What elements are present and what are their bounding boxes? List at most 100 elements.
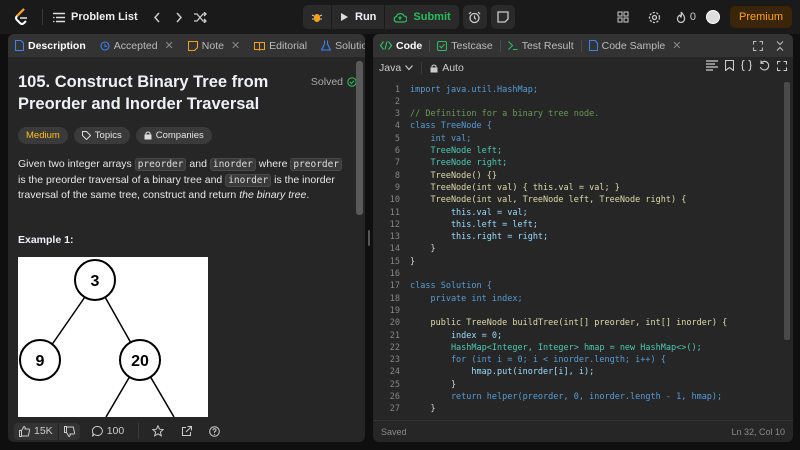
description-scrollbar[interactable] [356,61,363,215]
shuffle-icon[interactable] [190,6,212,28]
submit-label: Submit [413,11,451,23]
topics-button[interactable]: Topics [73,127,130,144]
problem-description: Given two integer arrays preorder and in… [18,157,347,204]
description-content: 105. Construct Binary Tree from Preorder… [8,57,357,420]
layout-grid-icon[interactable] [612,6,634,28]
code-line: 23 for (int i = 0; i < inorder.length; i… [389,355,666,366]
code-line: 8 TreeNode() {} [394,170,497,181]
code-line: 14 } [389,244,436,255]
editor-toolbar: Java Auto [373,57,793,79]
dislike-button[interactable] [57,422,80,440]
play-icon [340,12,349,22]
code-line: 5 int val; [394,133,472,144]
description-tabs: Description Accepted ✕ Note ✕ Editorial … [8,34,365,57]
code-line: 18 private int index; [389,293,523,304]
fire-icon [676,11,686,23]
close-icon[interactable]: ✕ [672,39,681,52]
tree-node: 20 [131,353,149,370]
previous-problem-icon[interactable] [146,6,168,28]
terminal-icon [507,41,518,50]
document-icon [15,40,24,51]
fullscreen-icon[interactable] [777,60,787,71]
streak-count: 0 [689,11,696,23]
code-line: 24 hmap.put(inorder[i], i); [389,367,595,378]
leetcode-logo[interactable] [12,7,32,27]
format-lines-icon[interactable] [706,60,718,71]
reset-icon[interactable] [759,60,770,71]
comment-count: 100 [106,425,125,437]
code-line: 26 return helper(preorder, 0, inorder.le… [389,392,723,402]
example-tree-image: 3 9 20 [18,256,208,417]
like-button[interactable]: 15K [14,423,58,440]
note-icon [497,11,509,23]
comments-button[interactable]: 100 [86,425,131,437]
help-icon[interactable] [203,420,225,442]
tab-editorial[interactable]: Editorial [247,34,314,57]
code-line: 6 TreeNode left; [394,146,503,156]
code-line: 1 import java.util.HashMap; [394,84,538,95]
bookmark-icon[interactable] [725,60,734,71]
code-line: 19 [389,305,400,316]
lock-icon [430,64,438,73]
tab-code-sample[interactable]: Code Sample ✕ [582,34,689,57]
description-footer: 15K 100 [8,420,365,442]
thumbs-down-icon [63,425,75,437]
close-icon[interactable]: ✕ [231,39,240,52]
list-icon [53,12,65,23]
run-button[interactable]: Run [331,5,384,29]
editor-scrollbar[interactable] [784,82,790,340]
cloud-upload-icon [393,12,408,23]
maximize-icon[interactable] [753,40,763,51]
tab-code[interactable]: Code [373,34,429,57]
user-avatar[interactable] [705,10,720,24]
tab-description[interactable]: Description [8,34,93,57]
thumbs-up-icon [19,425,30,437]
problem-list-label: Problem List [71,11,138,23]
curly-braces-icon[interactable] [741,60,752,71]
timer-button[interactable] [462,5,487,29]
companies-button[interactable]: Companies [135,127,212,144]
code-line: 7 TreeNode right; [394,158,508,169]
panel-resize-handle[interactable] [366,34,372,442]
tab-label: Description [28,39,86,52]
problem-list-button[interactable]: Problem List [53,11,138,23]
tab-label: Code [396,39,423,52]
notes-button[interactable] [490,5,515,29]
language-select[interactable]: Java [379,62,414,74]
daily-streak[interactable]: 0 [676,11,696,23]
language-label: Java [379,62,402,74]
solved-status: Solved [311,76,357,88]
tab-test-result[interactable]: Test Result [501,34,581,57]
tab-note[interactable]: Note ✕ [181,34,247,57]
share-icon[interactable] [175,420,197,442]
collapse-icon[interactable] [775,40,785,51]
description-panel: Description Accepted ✕ Note ✕ Editorial … [8,34,365,442]
auto-label: Auto [442,62,464,74]
tab-testcase[interactable]: Testcase [430,34,499,57]
editor-status-bar: Saved Ln 32, Col 10 [373,420,793,442]
bug-icon [311,11,323,23]
submit-button[interactable]: Submit [384,5,458,29]
premium-button[interactable]: Premium [729,6,792,28]
debug-button[interactable] [303,5,331,29]
code-editor[interactable]: 1 import java.util.HashMap; 2 3// Definit… [373,79,793,420]
chevron-down-icon [405,65,414,71]
code-line: 21 index = 0; [389,330,503,341]
flask-icon [321,40,332,51]
code-line: 17 class Solution { [389,281,492,292]
code-line: 10 TreeNode(int val, TreeNode left, Tree… [389,195,687,206]
code-line: 4 class TreeNode { [394,121,492,132]
tab-accepted[interactable]: Accepted ✕ [93,34,181,57]
tree-node: 9 [36,353,45,370]
close-icon[interactable]: ✕ [165,39,174,52]
tab-solutions[interactable]: Solutions [314,34,365,57]
code-line: 22 HashMap<Integer, Integer> hmap = new … [389,342,702,353]
star-icon[interactable] [147,420,169,442]
next-problem-icon[interactable] [168,6,190,28]
settings-gear-icon[interactable] [644,6,666,28]
solved-label: Solved [310,76,343,88]
code-brackets-icon [380,41,392,50]
problem-title[interactable]: 105. Construct Binary Tree from Preorder… [18,71,288,115]
auto-mode-toggle[interactable]: Auto [430,62,464,74]
code-line: 12 this.left = left; [389,219,538,230]
